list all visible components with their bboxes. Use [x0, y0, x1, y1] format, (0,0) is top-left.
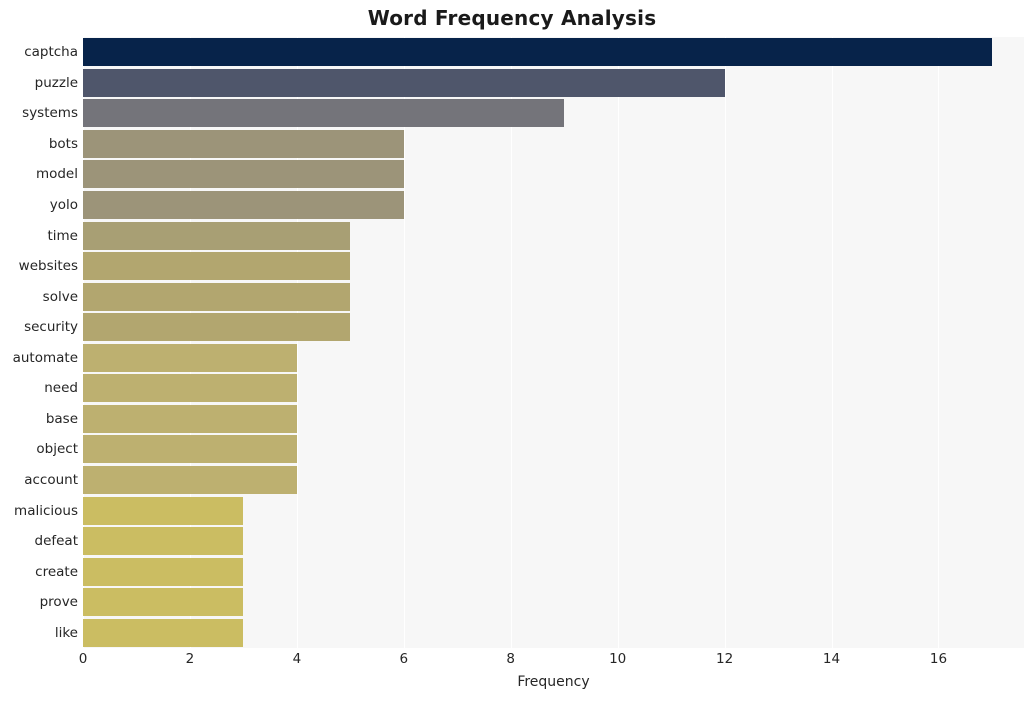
gridline [617, 37, 619, 648]
y-tick-label: websites [18, 258, 78, 275]
x-axis: 0 2 4 6 8 10 12 14 16 [79, 648, 1024, 674]
x-tick-label: 14 [822, 651, 841, 667]
gridline [83, 37, 84, 648]
bar-row [83, 68, 1024, 97]
bar-row [83, 160, 1024, 189]
bar [83, 527, 244, 556]
bar-row [83, 221, 1024, 250]
bar [83, 129, 404, 158]
y-tick-label: security [24, 319, 78, 336]
bar-row [83, 527, 1024, 556]
y-tick-label: automate [12, 349, 78, 366]
bar-row [83, 465, 1024, 494]
gridline [296, 37, 298, 648]
bar-row [83, 99, 1024, 128]
bar-row [83, 588, 1024, 617]
gridline [724, 37, 726, 648]
y-tick-label: create [35, 563, 78, 580]
y-tick-label: base [45, 410, 78, 427]
plot-area [83, 37, 1024, 648]
gridline [510, 37, 512, 648]
x-tick-label: 0 [78, 651, 88, 667]
bar [83, 252, 351, 281]
y-tick-label: defeat [34, 533, 79, 550]
bar [83, 404, 297, 433]
y-tick-label: bots [48, 135, 78, 152]
y-tick-label: yolo [49, 197, 78, 214]
gridline [403, 37, 405, 648]
y-tick-label: time [47, 227, 78, 244]
y-tick-label: prove [39, 594, 78, 611]
bar-row [83, 557, 1024, 586]
x-tick-label: 10 [609, 651, 627, 667]
bar-row [83, 191, 1024, 220]
y-tick-label: account [24, 471, 78, 488]
bar [83, 374, 297, 403]
y-tick-label: like [54, 624, 78, 641]
bar [83, 68, 725, 97]
bar [83, 38, 992, 67]
y-tick-label: puzzle [34, 74, 78, 91]
y-tick-label: captcha [24, 44, 78, 61]
bar [83, 557, 244, 586]
y-axis: captcha puzzle systems bots model yolo time web… [0, 37, 78, 648]
bar [83, 191, 404, 220]
bar [83, 496, 244, 525]
bar-row [83, 129, 1024, 158]
gridline [938, 37, 940, 648]
bar-row [83, 313, 1024, 342]
y-tick-label: solve [42, 288, 78, 305]
bar-row [83, 374, 1024, 403]
bar [83, 465, 297, 494]
gridline [831, 37, 833, 648]
bar-row [83, 282, 1024, 311]
x-tick-label: 4 [292, 651, 302, 667]
bar [83, 313, 351, 342]
bar [83, 160, 404, 189]
bar [83, 618, 244, 647]
x-tick-label: 12 [715, 651, 734, 667]
gridline [189, 37, 191, 648]
chart-title: Word Frequency Analysis [367, 6, 657, 30]
y-tick-label: object [36, 441, 78, 458]
bar-row [83, 38, 1024, 67]
bar-row [83, 618, 1024, 647]
x-tick-label: 8 [506, 651, 516, 667]
bar-row [83, 343, 1024, 372]
bar-row [83, 404, 1024, 433]
bar [83, 282, 351, 311]
bar-row [83, 252, 1024, 281]
x-tick-label: 2 [185, 651, 195, 667]
bar [83, 221, 351, 250]
x-tick-label: 6 [399, 651, 409, 667]
x-axis-title: Frequency [517, 674, 590, 690]
bar [83, 588, 244, 617]
bar [83, 343, 297, 372]
x-tick-label: 16 [929, 651, 948, 667]
bar [83, 435, 297, 464]
word-frequency-chart: Word Frequency Analysis captcha puzzle sys… [0, 0, 1024, 701]
bar [83, 99, 565, 128]
y-tick-label: model [35, 166, 78, 183]
bar-row [83, 496, 1024, 525]
bar-row [83, 435, 1024, 464]
y-tick-label: malicious [14, 502, 78, 519]
y-tick-label: need [44, 380, 78, 397]
y-tick-label: systems [22, 105, 78, 122]
